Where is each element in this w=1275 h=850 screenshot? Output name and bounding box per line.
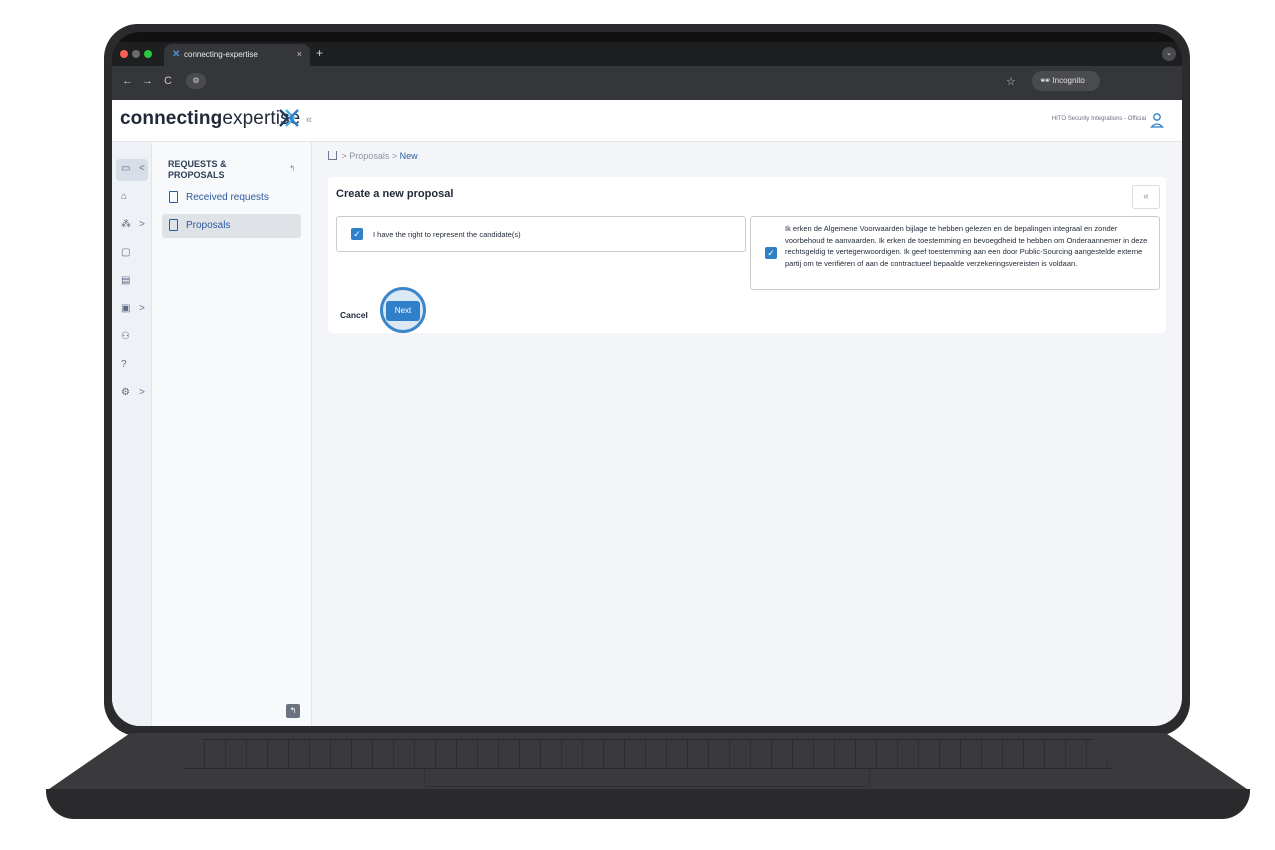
represent-candidate-option[interactable]: ✓ I have the right to represent the cand… xyxy=(336,216,746,252)
represent-candidate-checkbox[interactable]: ✓ xyxy=(351,228,363,240)
rail-item-portfolio[interactable]: ▢ xyxy=(116,243,148,265)
site-info-icon[interactable]: ⚙ xyxy=(186,73,206,89)
app-header: connectingexpertise « HITO Security Inte… xyxy=(112,100,1182,142)
chevron-left-icon: < xyxy=(139,163,145,174)
breadcrumb: > Proposals > New xyxy=(328,150,418,161)
close-tab-icon[interactable]: × xyxy=(297,49,302,59)
team-icon: ⚇ xyxy=(121,331,130,342)
logo-mark-icon xyxy=(279,109,299,127)
breadcrumb-current: New xyxy=(399,151,418,161)
maximize-window-button[interactable] xyxy=(144,50,152,58)
site-favicon-icon: ✕ xyxy=(172,49,181,60)
browser-tabbar: ✕ connecting-expertise × + ⌄ xyxy=(112,42,1182,66)
pin-icon[interactable]: ↰ xyxy=(289,164,296,173)
submenu-panel: REQUESTS & PROPOSALS ↰ Received requests… xyxy=(152,142,312,726)
rail-item-handshake[interactable]: ⌂ xyxy=(116,187,148,209)
network-icon: ⁂ xyxy=(121,219,131,230)
incognito-badge[interactable]: 🕶 Incognito xyxy=(1032,71,1100,91)
app: connectingexpertise « HITO Security Inte… xyxy=(112,100,1182,726)
logo-text-bold: connecting xyxy=(120,108,223,129)
document-icon xyxy=(169,191,178,203)
screen: ✕ connecting-expertise × + ⌄ ← → C ⚙ ☆ 🕶… xyxy=(112,32,1182,726)
breadcrumb-separator: > xyxy=(391,151,398,161)
incognito-icon: 🕶 xyxy=(1040,76,1051,85)
breadcrumb-separator: > xyxy=(341,151,347,161)
keyboard xyxy=(184,739,1112,769)
chevron-right-icon: > xyxy=(139,303,145,314)
briefcase-icon: ▭ xyxy=(121,163,131,174)
bookmark-star-icon[interactable]: ☆ xyxy=(1006,75,1016,88)
browser-tab[interactable]: ✕ connecting-expertise × xyxy=(164,44,310,66)
cancel-button[interactable]: Cancel xyxy=(340,310,368,320)
collapse-sidebar-button[interactable]: « xyxy=(306,114,312,126)
collapse-panel-icon[interactable]: ↰ xyxy=(286,704,300,718)
submenu-item-label: Proposals xyxy=(186,220,231,231)
chevron-right-icon: > xyxy=(139,387,145,398)
rail-item-network[interactable]: ⁂ > xyxy=(116,215,148,237)
submenu-item-received-requests[interactable]: Received requests xyxy=(162,186,301,210)
organization-name[interactable]: HITO Security Integrations - Official xyxy=(1052,116,1146,122)
rail-item-team[interactable]: ⚇ xyxy=(116,327,148,349)
incognito-label: Incognito xyxy=(1052,76,1085,85)
rail-item-help[interactable]: ? xyxy=(116,355,148,377)
help-icon: ? xyxy=(121,359,127,370)
icon-rail: ▭ < ⌂ ⁂ > ▢ ▤ ▣ > ⚇ ? ⚙ > xyxy=(112,142,152,726)
rail-item-settings[interactable]: ⚙ > xyxy=(116,383,148,405)
breadcrumb-proposals[interactable]: Proposals xyxy=(349,151,389,161)
document-icon xyxy=(169,219,178,231)
tab-title: connecting-expertise xyxy=(184,50,258,59)
invoice-icon: ▣ xyxy=(121,303,131,314)
rail-item-invoices[interactable]: ▣ > xyxy=(116,299,148,321)
gear-icon: ⚙ xyxy=(121,387,130,398)
forward-button[interactable]: → xyxy=(142,75,153,87)
close-window-button[interactable] xyxy=(120,50,128,58)
submenu-item-label: Received requests xyxy=(186,192,269,203)
represent-candidate-label: I have the right to represent the candid… xyxy=(373,230,521,239)
portfolio-icon: ▢ xyxy=(121,247,131,258)
laptop-base xyxy=(46,733,1250,823)
handshake-icon: ⌂ xyxy=(121,191,128,202)
proposal-card: Create a new proposal « ✓ I have the rig… xyxy=(328,177,1166,333)
tab-search-icon[interactable]: ⌄ xyxy=(1162,47,1176,61)
reload-button[interactable]: C xyxy=(164,75,172,87)
rail-item-document[interactable]: ▤ xyxy=(116,271,148,293)
submenu-title: REQUESTS & PROPOSALS xyxy=(168,159,227,180)
submenu-item-proposals[interactable]: Proposals xyxy=(162,214,301,238)
next-button[interactable]: Next xyxy=(386,301,420,321)
back-button[interactable]: ← xyxy=(122,75,133,87)
trackpad xyxy=(424,767,870,787)
user-icon[interactable] xyxy=(1150,112,1164,128)
document-icon: ▤ xyxy=(121,275,131,286)
collapse-card-button[interactable]: « xyxy=(1132,185,1160,209)
home-icon[interactable] xyxy=(328,151,337,160)
terms-option[interactable]: ✓ Ik erken de Algemene Voorwaarden bijla… xyxy=(750,216,1160,290)
chevron-right-icon: > xyxy=(139,219,145,230)
base-edge xyxy=(46,789,1250,819)
page-title: Create a new proposal xyxy=(336,188,454,200)
terms-label: Ik erken de Algemene Voorwaarden bijlage… xyxy=(785,224,1148,268)
new-tab-button[interactable]: + xyxy=(316,46,323,60)
rail-item-requests[interactable]: ▭ < xyxy=(116,159,148,181)
browser-toolbar: ← → C ⚙ ☆ 🕶 Incognito xyxy=(112,66,1182,100)
logo[interactable]: connectingexpertise xyxy=(120,108,300,130)
terms-checkbox[interactable]: ✓ xyxy=(765,247,777,259)
minimize-window-button[interactable] xyxy=(132,50,140,58)
